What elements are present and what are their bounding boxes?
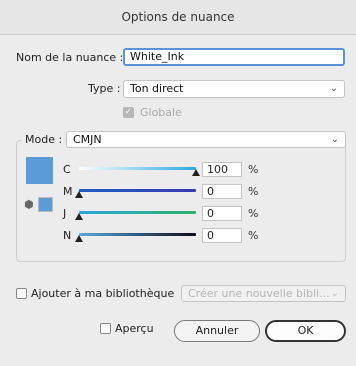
add-to-library-checkbox[interactable] bbox=[16, 288, 27, 299]
channel-value-field[interactable]: 0 bbox=[202, 184, 242, 199]
mode-label: Mode : bbox=[22, 133, 66, 146]
channel-label: J bbox=[63, 207, 67, 220]
cube-icon: ⬢ bbox=[24, 198, 34, 211]
slider-thumb[interactable] bbox=[75, 235, 83, 242]
type-select[interactable]: Ton direct ⌄ bbox=[123, 80, 345, 98]
ok-button[interactable]: OK bbox=[265, 320, 346, 342]
chevron-down-icon: ⌄ bbox=[330, 134, 339, 145]
chevron-down-icon: ⌄ bbox=[330, 288, 339, 299]
color-preview-swatch bbox=[26, 157, 53, 184]
channel-value-field[interactable]: 0 bbox=[202, 206, 242, 221]
swatch-name-label: Nom de la nuance : bbox=[16, 51, 124, 64]
preview-checkbox[interactable] bbox=[100, 323, 111, 334]
channel-label: C bbox=[63, 163, 71, 176]
global-label: Globale bbox=[140, 106, 182, 119]
web-safe-swatch[interactable] bbox=[38, 197, 53, 212]
channel-value-field[interactable]: 0 bbox=[202, 228, 242, 243]
type-label: Type : bbox=[88, 82, 121, 95]
channel-label: M bbox=[63, 185, 73, 198]
channel-label: N bbox=[63, 229, 72, 242]
channel-slider[interactable] bbox=[79, 167, 196, 170]
add-to-library-label: Ajouter à ma bibliothèque bbox=[31, 287, 175, 300]
percent-unit: % bbox=[248, 229, 259, 242]
channel-value-field[interactable]: 100 bbox=[202, 162, 242, 177]
channel-slider[interactable] bbox=[79, 189, 196, 192]
channel-slider[interactable] bbox=[79, 211, 196, 214]
type-select-value: Ton direct bbox=[130, 82, 184, 95]
percent-unit: % bbox=[248, 163, 259, 176]
dialog-title: Options de nuance bbox=[0, 0, 356, 35]
chevron-down-icon: ⌄ bbox=[329, 83, 338, 94]
library-select-value: Créer une nouvelle bibli... bbox=[188, 287, 330, 300]
slider-thumb[interactable] bbox=[75, 213, 83, 220]
channel-slider[interactable] bbox=[79, 233, 196, 236]
color-mode-group bbox=[16, 140, 346, 262]
mode-select[interactable]: CMJN ⌄ bbox=[66, 131, 346, 148]
mode-select-value: CMJN bbox=[73, 133, 102, 146]
percent-unit: % bbox=[248, 185, 259, 198]
global-checkbox[interactable]: ✓ bbox=[123, 107, 134, 118]
cancel-button[interactable]: Annuler bbox=[174, 320, 260, 342]
library-select[interactable]: Créer une nouvelle bibli... ⌄ bbox=[181, 285, 346, 302]
slider-thumb[interactable] bbox=[192, 169, 200, 176]
swatch-name-field[interactable]: White_Ink bbox=[123, 48, 345, 66]
slider-thumb[interactable] bbox=[75, 191, 83, 198]
preview-label: Aperçu bbox=[115, 322, 154, 335]
percent-unit: % bbox=[248, 207, 259, 220]
